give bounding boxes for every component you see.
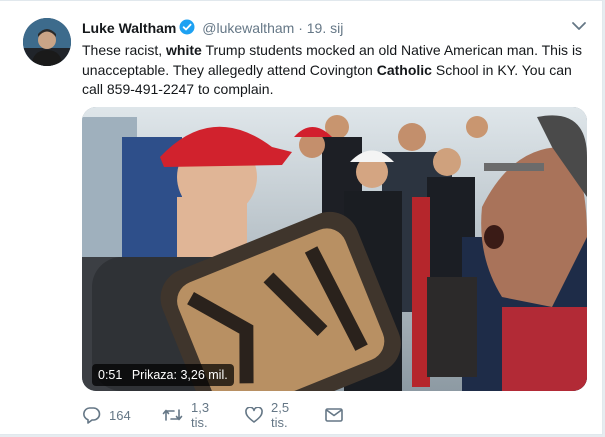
tweet-text-bold: white <box>166 42 202 58</box>
tweet-text: These racist, white Trump students mocke… <box>82 41 587 100</box>
retweet-icon <box>162 407 183 423</box>
retweet-count: 1,3 tis. <box>191 400 210 430</box>
reply-button[interactable]: 164 <box>82 405 131 425</box>
video-duration: 0:51 <box>98 368 123 382</box>
like-button[interactable]: 2,5 tis. <box>245 400 289 430</box>
like-count: 2,5 tis. <box>271 400 290 430</box>
envelope-icon <box>325 408 343 422</box>
video-views: Prikaza: 3,26 mil. <box>131 368 228 382</box>
reply-count: 164 <box>109 407 131 423</box>
tweet-text-part: These racist, <box>82 42 167 58</box>
video-frame <box>82 107 587 391</box>
avatar[interactable] <box>23 18 71 66</box>
direct-message-button[interactable] <box>325 405 343 425</box>
tweet-text-bold: Catholic <box>376 61 432 78</box>
author-name[interactable]: Luke Waltham <box>82 20 176 36</box>
tweet-date[interactable]: 19. sij <box>307 20 344 36</box>
header-separator: · <box>298 20 303 36</box>
tweet-header: Luke Waltham @lukewaltham · 19. sij <box>82 19 343 38</box>
tweet-card: Luke Waltham @lukewaltham · 19. sij Thes… <box>0 0 603 435</box>
video-info-badge: 0:51 Prikaza: 3,26 mil. <box>92 364 234 386</box>
video-player[interactable] <box>82 107 587 391</box>
reply-icon <box>82 406 101 424</box>
verified-badge-icon <box>179 19 195 38</box>
author-handle[interactable]: @lukewaltham <box>202 20 294 36</box>
badge-separator <box>125 368 128 382</box>
retweet-button[interactable]: 1,3 tis. <box>162 400 209 430</box>
chevron-down-icon[interactable] <box>570 19 588 33</box>
heart-icon <box>245 407 263 423</box>
